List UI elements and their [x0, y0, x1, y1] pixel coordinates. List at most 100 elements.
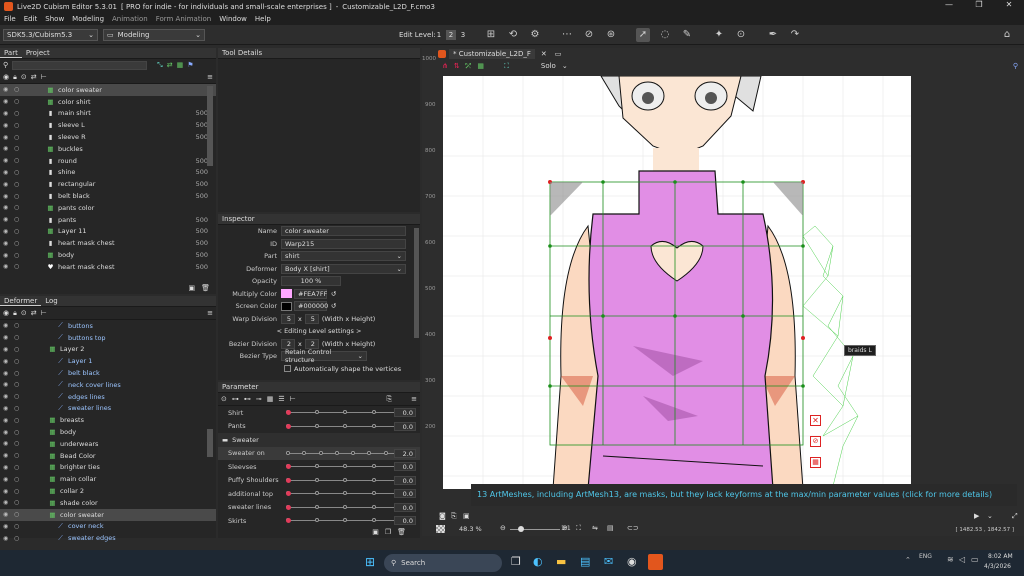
keyform-dot[interactable]: [367, 450, 371, 455]
visibility-toggle[interactable]: ○: [14, 440, 22, 447]
deformer-row[interactable]: ◉ ○ ▦ underwears: [0, 438, 216, 450]
keyform-dot[interactable]: [335, 450, 339, 455]
visibility-toggle[interactable]: ○: [14, 145, 22, 152]
eye-icon[interactable]: ◉: [3, 204, 11, 211]
menu-window[interactable]: Window: [219, 15, 247, 23]
reset-icon[interactable]: ↺: [331, 290, 336, 298]
part-search-input[interactable]: [12, 60, 148, 70]
rotate-deformer-icon[interactable]: ⟲: [506, 28, 520, 42]
visibility-toggle[interactable]: ○: [14, 134, 22, 141]
new-folder-icon[interactable]: ▣: [188, 284, 195, 292]
parameter-handle[interactable]: [286, 477, 291, 483]
grid-icon[interactable]: ▦: [267, 395, 274, 403]
eye-icon[interactable]: ◉: [3, 86, 11, 93]
visibility-toggle[interactable]: ○: [14, 535, 22, 542]
multiply-field[interactable]: #FEA7FF: [294, 288, 327, 299]
expand-icon[interactable]: ⊙: [221, 395, 227, 403]
close-icon[interactable]: ✕: [810, 415, 821, 426]
grid-icon[interactable]: ▦: [177, 61, 184, 69]
list-icon[interactable]: ☰: [278, 395, 284, 403]
expand-icon[interactable]: ⊙: [21, 73, 27, 81]
keyform-dot[interactable]: [343, 518, 347, 522]
visibility-toggle[interactable]: ○: [14, 499, 22, 506]
mode-select[interactable]: ▭ Modeling ⌄: [103, 29, 205, 41]
eye-icon[interactable]: ◉: [3, 134, 11, 141]
parameter-value[interactable]: 0.0: [394, 502, 416, 512]
live2d-taskbar-icon[interactable]: [648, 554, 663, 570]
link-icon[interactable]: ⊘: [810, 436, 821, 447]
link-icon[interactable]: ⊢: [290, 395, 296, 403]
expand-icon[interactable]: ⊙: [21, 309, 27, 317]
eye-icon[interactable]: ◉: [3, 393, 11, 400]
deformer-row[interactable]: ◉ ○ ⟋ Layer 1: [0, 355, 216, 367]
visibility-toggle[interactable]: ○: [14, 476, 22, 483]
reset-icon[interactable]: ↺: [331, 302, 336, 310]
part-row[interactable]: ◉ ○ ▦ body 500: [0, 249, 216, 261]
part-row[interactable]: ◉ ○ ▮ sleeve R 500: [0, 131, 216, 143]
part-row[interactable]: ◉ ○ ▮ main shirt 500: [0, 108, 216, 120]
deformer-row[interactable]: ◉ ○ ▦ main collar: [0, 473, 216, 485]
deformer-row[interactable]: ◉ ○ ⟋ edges lines: [0, 391, 216, 403]
visibility-toggle[interactable]: ○: [14, 511, 22, 518]
visibility-toggle[interactable]: ○: [14, 110, 22, 117]
mail-icon[interactable]: ✉: [604, 555, 613, 568]
visibility-toggle[interactable]: ○: [14, 393, 22, 400]
visibility-toggle[interactable]: ○: [14, 452, 22, 459]
parameter-value[interactable]: 0.0: [394, 516, 416, 526]
eye-icon[interactable]: ◉: [3, 464, 11, 471]
keyform-dot[interactable]: [343, 423, 347, 428]
part-row[interactable]: ◉ ○ ▦ pants color: [0, 202, 216, 214]
checker-icon[interactable]: [436, 525, 445, 533]
menu-file[interactable]: File: [4, 15, 16, 23]
keyform-dot[interactable]: [343, 410, 347, 414]
deformer-view-icon[interactable]: ⤱: [466, 62, 472, 71]
expand-viewport-icon[interactable]: ⤢: [1012, 512, 1018, 521]
part-row[interactable]: ◉ ○ ♥ heart mask chest 500: [0, 261, 216, 273]
zoom-value[interactable]: 48.3 %: [459, 525, 482, 533]
keyform-dot[interactable]: [384, 450, 388, 455]
parameter-handle[interactable]: [286, 464, 291, 469]
auto-shape-checkbox[interactable]: [284, 365, 291, 373]
windows-start-icon[interactable]: ⊞: [365, 555, 375, 569]
edit-level-1[interactable]: 1: [434, 30, 444, 40]
keyform-dot[interactable]: [315, 518, 319, 522]
parameter-slider[interactable]: [286, 504, 404, 510]
pen-icon[interactable]: ✒: [766, 28, 780, 42]
solo-label[interactable]: Solo: [541, 62, 556, 70]
eye-icon[interactable]: ◉: [3, 370, 11, 377]
eye-icon[interactable]: ◉: [3, 216, 11, 223]
keyform-dot[interactable]: [372, 491, 376, 495]
visibility-toggle[interactable]: ○: [14, 429, 22, 436]
visibility-toggle[interactable]: ○: [14, 216, 22, 223]
visibility-toggle[interactable]: ○: [14, 240, 22, 247]
keyform-dot[interactable]: [315, 504, 319, 509]
app-icon[interactable]: ◉: [627, 555, 637, 568]
edge-icon[interactable]: ◐: [533, 555, 543, 568]
bezier-width-field[interactable]: 2: [281, 338, 295, 349]
parameter-slider[interactable]: [286, 518, 404, 523]
part-select[interactable]: shirt ⌄: [281, 251, 406, 262]
glue-icon[interactable]: ⊛: [604, 28, 618, 42]
opacity-field[interactable]: 100 %: [281, 276, 341, 287]
parameter-slider[interactable]: [286, 450, 405, 456]
swap-icon[interactable]: ⇄: [31, 309, 37, 317]
eye-icon[interactable]: ◉: [3, 417, 11, 424]
visibility-toggle[interactable]: ○: [14, 252, 22, 259]
part-row[interactable]: ◉ ○ ▦ color sweater: [0, 84, 216, 96]
keyform-dot[interactable]: [315, 477, 319, 482]
file-explorer-icon[interactable]: ▬: [556, 555, 566, 568]
fit-icon[interactable]: ⛶: [576, 524, 581, 533]
visibility-toggle[interactable]: ○: [14, 228, 22, 235]
zoom-out-icon[interactable]: ⊖: [500, 524, 506, 532]
lasso-icon[interactable]: ◌: [658, 28, 672, 42]
link-icon[interactable]: ⇄: [167, 61, 173, 69]
store-icon[interactable]: ▤: [580, 555, 590, 568]
brush-icon[interactable]: ✎: [680, 28, 694, 42]
link-icon[interactable]: ⎘: [451, 512, 457, 521]
deformer-row[interactable]: ◉ ○ ⟋ belt black: [0, 367, 216, 379]
onion-icon[interactable]: ▤: [607, 524, 614, 532]
eye-icon[interactable]: ◉: [3, 322, 11, 329]
visibility-toggle[interactable]: ○: [14, 122, 22, 129]
taskbar-search[interactable]: ⚲ Search: [384, 554, 502, 572]
warp-view-icon[interactable]: ▦: [477, 62, 484, 70]
